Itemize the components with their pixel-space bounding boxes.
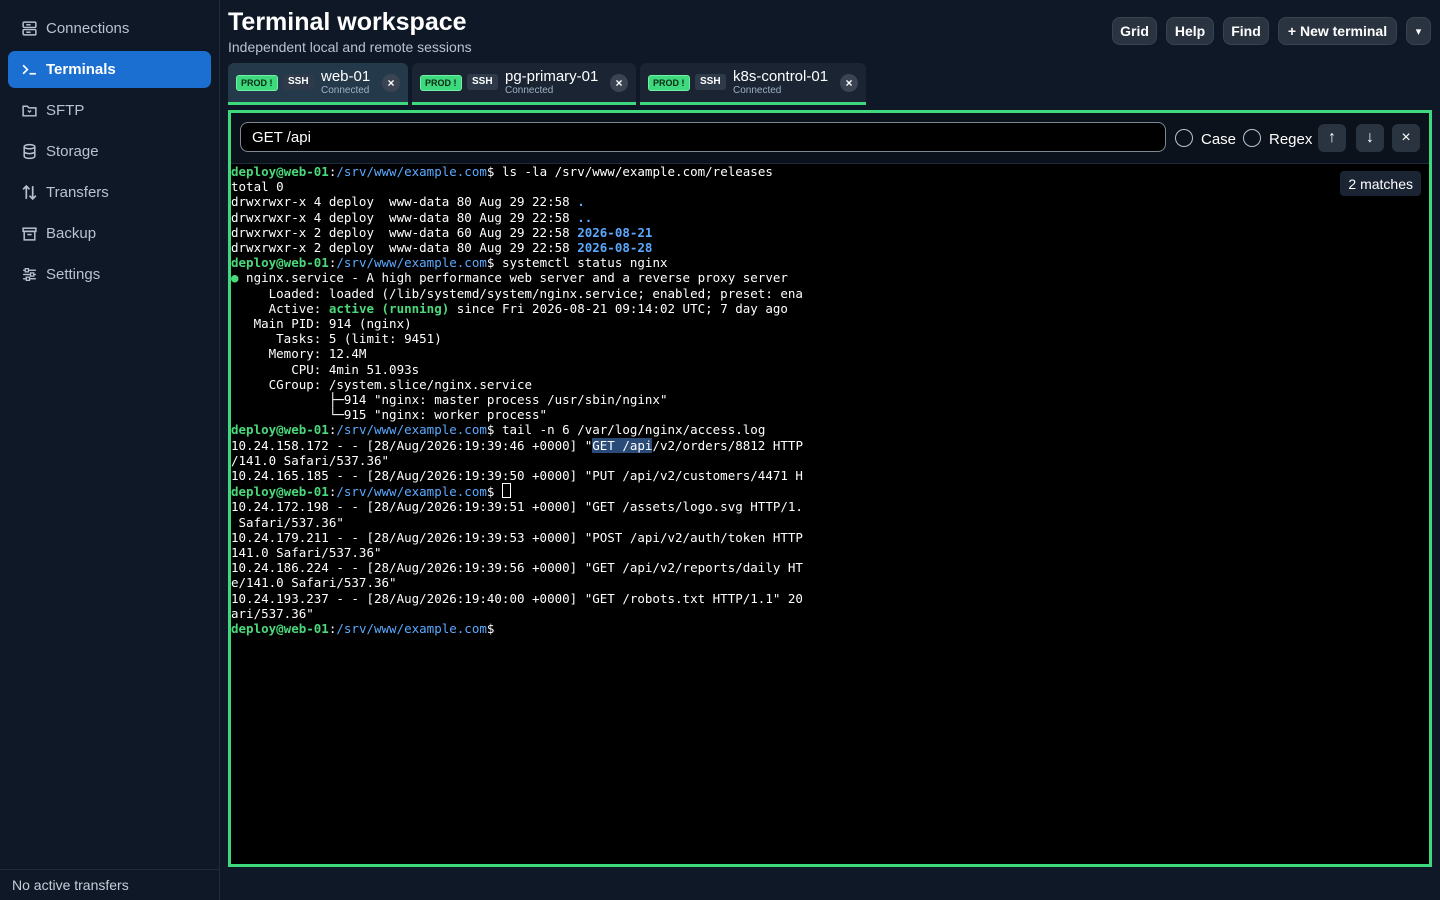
tab-name: k8s-control-01 bbox=[733, 68, 829, 85]
sidebar-item-label: Connections bbox=[46, 20, 130, 37]
sidebar-item-label: SFTP bbox=[46, 102, 85, 119]
cursor-block bbox=[501, 483, 511, 499]
tab-status: Connected bbox=[733, 85, 782, 96]
env-badge: PROD ! bbox=[236, 75, 278, 91]
sidebar-item-settings[interactable]: Settings bbox=[8, 256, 211, 293]
tab-k8s-control-01[interactable]: PROD ! SSH k8s-control-01 Connected × bbox=[640, 63, 866, 105]
case-toggle[interactable] bbox=[1175, 129, 1193, 147]
sliders-icon bbox=[20, 266, 38, 284]
find-input[interactable] bbox=[240, 122, 1166, 152]
arrow-up-icon: ↑ bbox=[1328, 129, 1336, 146]
grid-button[interactable]: Grid bbox=[1112, 17, 1157, 45]
protocol-badge: SSH bbox=[283, 74, 314, 90]
tab-pg-primary-01[interactable]: PROD ! SSH pg-primary-01 Connected × bbox=[412, 63, 636, 105]
close-find-button[interactable]: × bbox=[1392, 124, 1420, 152]
sidebar: Connections Terminals SFTP Storage Trans… bbox=[0, 0, 220, 900]
terminal-panel[interactable]: Case Regex ↑ ↓ × 2 matches deploy@web-01… bbox=[228, 110, 1432, 867]
sidebar-item-backup[interactable]: Backup bbox=[8, 215, 211, 252]
protocol-badge: SSH bbox=[695, 74, 726, 90]
close-icon: × bbox=[1401, 129, 1411, 146]
new-terminal-button[interactable]: + New terminal bbox=[1278, 17, 1397, 45]
regex-toggle[interactable] bbox=[1243, 129, 1261, 147]
sidebar-item-terminals[interactable]: Terminals bbox=[8, 51, 211, 88]
sidebar-item-label: Settings bbox=[46, 266, 101, 283]
env-badge: PROD ! bbox=[648, 75, 690, 91]
next-match-button[interactable]: ↓ bbox=[1356, 124, 1384, 152]
new-terminal-menu-button[interactable]: ▾ bbox=[1406, 17, 1431, 45]
env-badge: PROD ! bbox=[420, 75, 462, 91]
sidebar-item-sftp[interactable]: SFTP bbox=[8, 92, 211, 129]
terminal-output[interactable]: deploy@web-01:/srv/www/example.com$ ls -… bbox=[231, 164, 803, 636]
close-tab-button[interactable]: × bbox=[610, 74, 628, 92]
sidebar-item-connections[interactable]: Connections bbox=[8, 10, 211, 47]
terminal-icon bbox=[20, 61, 38, 79]
page-subtitle: Independent local and remote sessions bbox=[228, 39, 472, 55]
sidebar-item-storage[interactable]: Storage bbox=[8, 133, 211, 170]
tab-web-01[interactable]: PROD ! SSH web-01 Connected × bbox=[228, 63, 408, 105]
sidebar-item-label: Transfers bbox=[46, 184, 109, 201]
sidebar-item-transfers[interactable]: Transfers bbox=[8, 174, 211, 211]
protocol-badge: SSH bbox=[467, 74, 498, 90]
find-bar: Case Regex ↑ ↓ × bbox=[231, 113, 1429, 164]
transfer-status: No active transfers bbox=[0, 869, 219, 900]
archive-icon bbox=[20, 225, 38, 243]
sidebar-item-label: Terminals bbox=[46, 61, 116, 78]
close-tab-button[interactable]: × bbox=[382, 74, 400, 92]
sidebar-item-label: Storage bbox=[46, 143, 99, 160]
search-match-highlight: GET /api bbox=[592, 437, 653, 453]
tab-name: web-01 bbox=[321, 68, 371, 85]
folder-icon bbox=[20, 102, 38, 120]
previous-match-button[interactable]: ↑ bbox=[1318, 124, 1346, 152]
find-button[interactable]: Find bbox=[1223, 17, 1269, 45]
page-title: Terminal workspace bbox=[228, 8, 467, 36]
match-count: 2 matches bbox=[1340, 171, 1421, 196]
tab-status: Connected bbox=[321, 85, 370, 96]
regex-label: Regex bbox=[1269, 131, 1313, 148]
case-label: Case bbox=[1201, 131, 1237, 148]
tab-status: Connected bbox=[505, 85, 554, 96]
transfer-icon bbox=[20, 184, 38, 202]
arrow-down-icon: ↓ bbox=[1366, 129, 1374, 146]
sidebar-item-label: Backup bbox=[46, 225, 97, 242]
close-tab-button[interactable]: × bbox=[840, 74, 858, 92]
tab-name: pg-primary-01 bbox=[505, 68, 599, 85]
help-button[interactable]: Help bbox=[1166, 17, 1214, 45]
server-icon bbox=[20, 20, 38, 38]
database-icon bbox=[20, 143, 38, 161]
